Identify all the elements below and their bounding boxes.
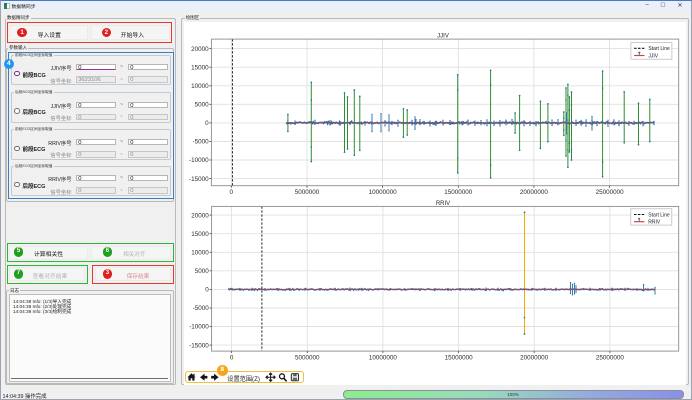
svg-text:-5000: -5000 (192, 139, 209, 146)
svg-text:5000: 5000 (195, 102, 210, 109)
svg-text:Start Line: Start Line (648, 212, 670, 218)
svg-text:10000: 10000 (191, 250, 209, 257)
svg-text:10000000: 10000000 (369, 189, 398, 196)
svg-text:5000000: 5000000 (295, 354, 320, 361)
svg-text:-10000: -10000 (189, 324, 209, 331)
svg-text:RRIV: RRIV (648, 220, 661, 226)
svg-text:5000000: 5000000 (295, 189, 320, 196)
svg-text:15000: 15000 (191, 64, 209, 71)
svg-text:-10000: -10000 (189, 157, 209, 164)
svg-text:25000000: 25000000 (596, 354, 625, 361)
svg-text:20000: 20000 (191, 212, 209, 219)
svg-text:Start Line: Start Line (648, 46, 670, 52)
svg-text:10000000: 10000000 (369, 354, 398, 361)
svg-text:0: 0 (230, 354, 234, 361)
svg-text:20000000: 20000000 (520, 189, 549, 196)
svg-text:25000000: 25000000 (596, 189, 625, 196)
svg-text:-5000: -5000 (193, 305, 210, 312)
svg-text:10000: 10000 (191, 83, 209, 90)
svg-text:-15000: -15000 (189, 176, 209, 183)
svg-text:-15000: -15000 (189, 342, 209, 349)
svg-text:JJIV: JJIV (648, 53, 658, 59)
svg-text:15000000: 15000000 (445, 354, 474, 361)
svg-text:20000: 20000 (191, 46, 209, 53)
svg-text:15000000: 15000000 (444, 189, 473, 196)
svg-text:0: 0 (205, 287, 209, 294)
svg-text:0: 0 (205, 120, 209, 127)
svg-text:5000: 5000 (195, 268, 210, 275)
svg-text:0: 0 (230, 189, 234, 196)
svg-text:20000000: 20000000 (520, 354, 549, 361)
svg-text:15000: 15000 (191, 231, 209, 238)
